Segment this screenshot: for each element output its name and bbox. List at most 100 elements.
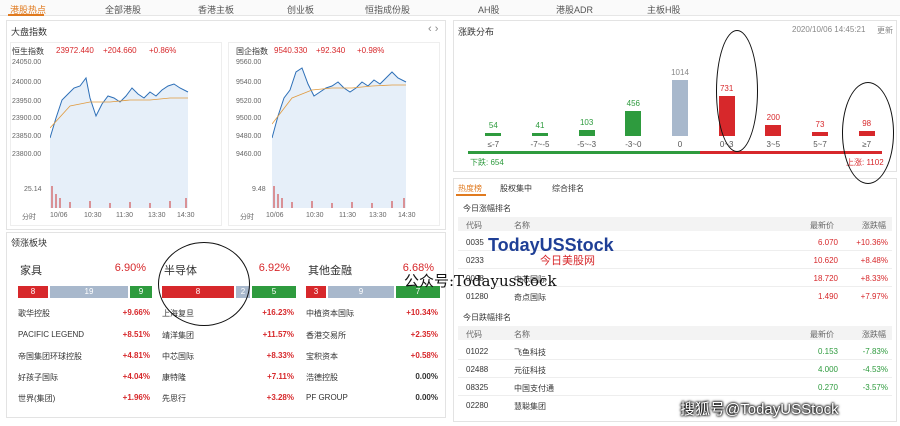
row-code[interactable]: 02488 [466,365,488,374]
row-code[interactable]: 08325 [466,383,488,392]
row-pct: -4.53% [862,365,888,374]
row-name[interactable]: 中国支付通 [514,383,554,394]
sector-stock-name[interactable]: 香港交易所 [306,330,346,341]
hsi-ytick: 23900.00 [12,115,42,122]
row-pct: -7.83% [862,347,888,356]
row-price: 4.000 [817,365,838,374]
sector-stock-name[interactable]: 好孩子国际 [18,372,58,383]
row-price: 6.070 [817,238,838,247]
distribution-category-label: -5~-3 [577,140,597,149]
sector-up-count: 8 [18,286,48,298]
distribution-category-label: 0 [677,140,683,149]
distribution-value-label: 103 [579,118,594,127]
distribution-value-label: 73 [815,120,825,129]
hsi-xtick: 13:30 [148,212,166,219]
annotation-circle [716,30,758,152]
col-code: 代码 [466,330,482,339]
sector-stock-name[interactable]: 宝积资本 [306,351,338,362]
sector-stock-name[interactable]: PACIFIC LEGEND [18,330,84,339]
tab-ah[interactable]: AH股 [478,3,500,16]
sector-stock-pct: 0.00% [415,372,438,381]
sector-stock-name[interactable]: 先思行 [162,393,186,404]
sectors-title: 领涨板块 [11,238,48,248]
distribution-bar[interactable] [625,111,642,136]
col-name: 名称 [514,221,530,230]
distribution-bar[interactable] [672,80,688,136]
row-price: 1.490 [817,292,838,301]
gainers-title: 今日涨幅排名 [463,204,511,213]
row-name[interactable]: 慧聪集团 [514,401,546,412]
row-pct: +8.33% [860,274,888,283]
distribution-bar[interactable] [812,132,828,136]
sector-name: 家具 [20,265,42,277]
row-code[interactable]: 01022 [466,347,488,356]
sector-stock-name[interactable]: 帝国集团环球控股 [18,351,82,362]
hscei-xtick: 11:30 [339,212,356,219]
sector-down-count: 9 [130,286,152,298]
distribution-bar[interactable] [765,125,782,136]
refresh-link[interactable]: 更新 [877,25,893,36]
distribution-bar[interactable] [485,133,502,136]
tab-h-shares[interactable]: 主板H股 [647,3,681,16]
row-price: 0.270 [817,383,838,392]
down-count-label: 下跌: 654 [470,158,504,167]
tab-adr[interactable]: 港股ADR [556,3,593,16]
hscei-area-fill [272,68,406,208]
sector-stock-name[interactable]: 靖洋集团 [162,330,194,341]
tab-all-hk[interactable]: 全部港股 [105,3,141,16]
tab-gem[interactable]: 创业板 [287,3,314,16]
prev-next-arrows-icon[interactable]: ‹ › [428,23,438,35]
sector-name: 其他金融 [308,265,352,277]
tab-concentration[interactable]: 股权集中 [500,183,532,194]
row-divider [458,395,892,396]
distribution-category-label: ≤-7 [487,140,500,149]
sector-stock-name[interactable]: 世界(集团) [18,393,55,404]
row-code[interactable]: 02280 [466,401,488,410]
row-price: 0.153 [817,347,838,356]
hscei-ytick: 9540.00 [236,79,262,86]
distribution-bar[interactable] [578,130,595,136]
sector-stock-name[interactable]: 康特隆 [162,372,186,383]
row-name[interactable]: 奇点国际 [514,292,546,303]
row-code[interactable]: 0035 [466,238,484,247]
tab-hot[interactable]: 热度榜 [458,183,482,194]
market-index-title: 大盘指数 [11,27,48,37]
tab-composite[interactable]: 综合排名 [552,183,584,194]
sector-stock-pct: +10.34% [406,308,438,317]
sector-stock-name[interactable]: 中芯国际 [162,351,194,362]
hsi-ytick: 23950.00 [12,98,42,105]
distribution-chart: 54 ≤-7 41 -7~-5 103 -5~-3 456 -3~0 1014 0 731 0~3 20… [470,40,890,152]
sector-flat-count: 9 [328,286,394,298]
sector-stock-name[interactable]: PF GROUP [306,393,348,402]
losers-title: 今日跌幅排名 [463,313,511,322]
hscei-ytick: 9560.00 [236,59,262,66]
col-pct: 涨跌幅 [862,330,886,339]
hsi-xtick: 10/06 [50,212,68,219]
sector-stock-name[interactable]: 歌华控股 [18,308,50,319]
row-code[interactable]: 01280 [466,292,488,301]
sector-stock-pct: +8.51% [122,330,150,339]
sector-stock-name[interactable]: 中植资本国际 [306,308,354,319]
sector-stock-pct: +0.58% [410,351,438,360]
sector-stock-pct: +1.96% [122,393,150,402]
wechat-watermark: 公众号:Todayusstock [404,272,557,290]
hscei-unit-label: 分时 [240,214,254,221]
tab-hsi-constituents[interactable]: 恒指成份股 [365,3,410,16]
sector-stock-pct: 0.00% [415,393,438,402]
hscei-vol-tick: 9.48 [252,186,266,193]
sector-stock-pct: +16.23% [262,308,294,317]
row-name[interactable]: 飞鱼科技 [514,347,546,358]
distribution-value-label: 54 [488,121,498,130]
sector-stock-name[interactable]: 浩德控股 [306,372,338,383]
distribution-bar[interactable] [532,133,548,136]
col-code: 代码 [466,221,482,230]
row-code[interactable]: 0233 [466,256,484,265]
hscei-xtick: 14:30 [398,212,416,219]
row-name[interactable]: 元征科技 [514,365,546,376]
active-tab-indicator [8,14,44,16]
hsi-area-fill [50,78,188,208]
sector-stock-pct: +7.11% [267,372,294,381]
hsi-ytick: 23850.00 [12,133,42,140]
tab-hk-main[interactable]: 香港主板 [198,3,234,16]
hsi-ytick: 24050.00 [12,59,42,66]
